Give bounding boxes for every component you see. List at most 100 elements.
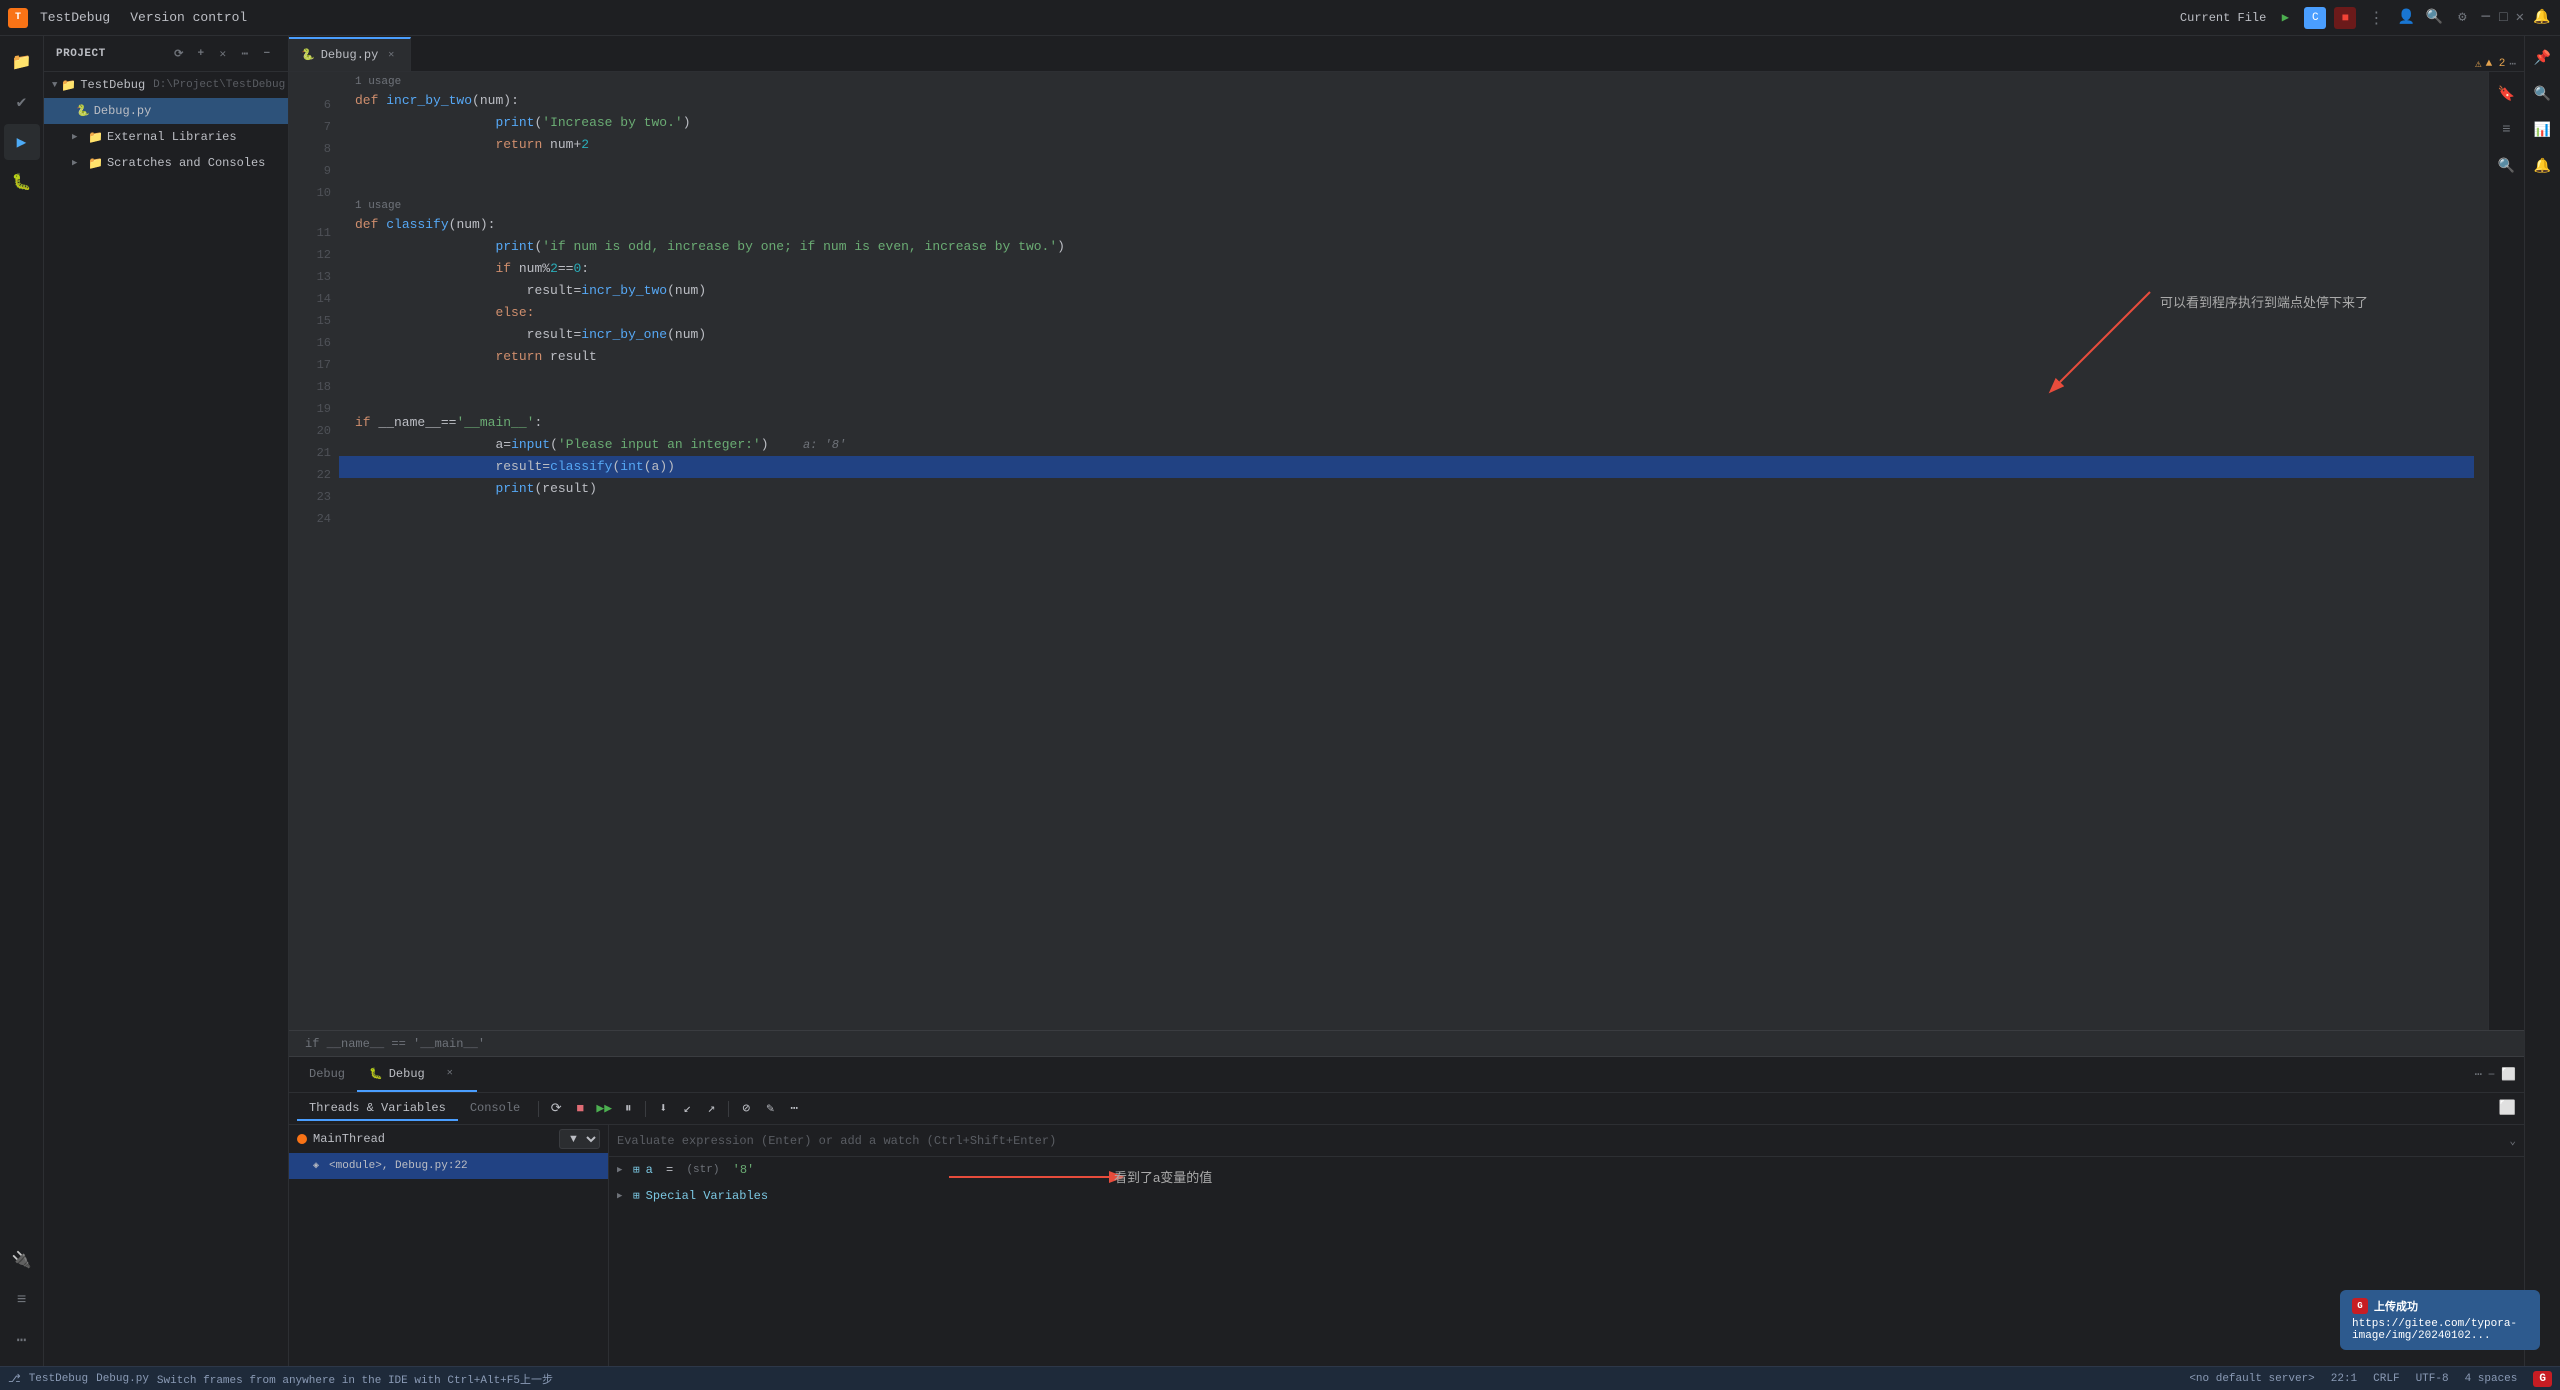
more-sidebar-button[interactable]: ⋯ [236, 45, 254, 63]
gitee-notification: G 上传成功 https://gitee.com/typora-image/im… [2340, 1290, 2540, 1350]
line-ending[interactable]: CRLF [2373, 1373, 2399, 1385]
activity-icon-plugins[interactable]: 🔌 [4, 1242, 40, 1278]
current-file-label[interactable]: Current File [2180, 11, 2266, 25]
panel-tab-debug-2[interactable]: 🐛 Debug ✕ [357, 1057, 477, 1092]
step-over-button[interactable]: ⬇ [652, 1098, 674, 1120]
usage-hint-line-2: 1 usage [339, 200, 2474, 212]
top-bar-right: Current File ▶ C ■ ⋮ 👤 🔍 ⚙ − □ ✕ 🔔 [2180, 7, 2552, 29]
more-debug-button[interactable]: ⋯ [783, 1098, 805, 1120]
panel-expand-icon[interactable]: ⬜ [2501, 1067, 2516, 1082]
sync-button[interactable]: ⟳ [170, 45, 188, 63]
right-icon-3[interactable]: 📊 [2529, 116, 2557, 144]
activity-icon-more[interactable]: ⋯ [4, 1322, 40, 1358]
step-out-button[interactable]: ↗ [700, 1098, 722, 1120]
right-icon-1[interactable]: 📌 [2529, 44, 2557, 72]
panel-tab-debug-1[interactable]: Debug [297, 1057, 357, 1092]
sidebar-item-debugpy[interactable]: 🐍 Debug.py [44, 98, 288, 124]
sidebar-item-scratches-label: Scratches and Consoles [107, 156, 265, 170]
sidebar-item-external-libraries[interactable]: ▶ 📁 External Libraries [44, 124, 288, 150]
stop-debug-button[interactable]: ■ [569, 1098, 591, 1120]
version-control-menu[interactable]: Version control [122, 6, 255, 29]
sidebar-item-filename: Debug.py [94, 104, 152, 118]
tab-file-icon: 🐍 [301, 48, 315, 62]
debug-subtabs: Threads & Variables Console [297, 1097, 532, 1121]
sidebar-item-scratches[interactable]: ▶ 📁 Scratches and Consoles [44, 150, 288, 176]
server-status[interactable]: <no default server> [2189, 1373, 2314, 1385]
var-item-special[interactable]: ▶ ⊞ Special Variables [609, 1183, 2524, 1209]
indent-setting[interactable]: 4 spaces [2465, 1373, 2518, 1385]
chevron-right-icon2: ▶ [72, 158, 84, 168]
activity-icon-run[interactable]: ▶ [4, 124, 40, 160]
debug-status[interactable]: Debug.py [96, 1373, 149, 1385]
main-thread-item[interactable]: MainThread ▼ [289, 1125, 608, 1153]
right-icon-4[interactable]: 🔔 [2529, 152, 2557, 180]
run-to-cursor-button[interactable]: ⊘ [735, 1098, 757, 1120]
right-icon-2[interactable]: 🔍 [2529, 80, 2557, 108]
vcs-icon[interactable]: ⎇ [8, 1372, 21, 1386]
activity-icon-debug[interactable]: 🐛 [4, 164, 40, 200]
maximize-button[interactable]: □ [2499, 10, 2507, 26]
user-icon[interactable]: 👤 [2396, 8, 2416, 28]
editor-tab-debugpy[interactable]: 🐍 Debug.py ✕ [289, 37, 411, 71]
step-into-button[interactable]: ↙ [676, 1098, 698, 1120]
gitee-status-icon[interactable]: G [2533, 1371, 2552, 1387]
var-value-a: '8' [725, 1163, 754, 1177]
evaluate-button[interactable]: ✎ [759, 1098, 781, 1120]
inspect-icon[interactable]: 🔍 [2493, 152, 2521, 180]
tab-bar-right: ⚠ ▲ 2 ⋯ [2475, 57, 2524, 71]
encoding[interactable]: UTF-8 [2416, 1373, 2449, 1385]
bookmark-icon[interactable]: 🔖 [2493, 80, 2521, 108]
var-item-a[interactable]: ▶ ⊞ a = (str) '8' [609, 1157, 2524, 1183]
stack-frame-item[interactable]: ◈ <module>, Debug.py:22 [289, 1153, 608, 1179]
close-sidebar-button[interactable]: ✕ [214, 45, 232, 63]
app-name[interactable]: TestDebug [32, 6, 118, 29]
panel-minimize-icon[interactable]: − [2488, 1068, 2495, 1082]
toolbar-icons: 👤 🔍 ⚙ − □ ✕ [2396, 8, 2524, 28]
sidebar-item-testdebug[interactable]: ▼ 📁 TestDebug D:\Project\TestDebug [44, 72, 288, 98]
sidebar-root-path: D:\Project\TestDebug [153, 79, 285, 91]
activity-icon-folder[interactable]: 📁 [4, 44, 40, 80]
thread-select[interactable]: ▼ [559, 1129, 600, 1149]
more-options[interactable]: ⋮ [2364, 8, 2388, 28]
python-file-icon: 🐍 [76, 104, 90, 118]
project-status[interactable]: TestDebug [29, 1373, 88, 1385]
evaluate-bar[interactable]: Evaluate expression (Enter) or add a wat… [609, 1125, 2524, 1157]
activity-icon-structure[interactable]: ≡ [4, 1282, 40, 1318]
code-content[interactable]: 1 usage def incr_by_two(num): print('Inc… [339, 72, 2474, 1030]
code-line-8: return num + 2 [339, 134, 2474, 156]
coverage-button[interactable]: C [2304, 7, 2326, 29]
editor-scrollbar[interactable] [2474, 72, 2488, 1030]
settings-icon[interactable]: ⚙ [2452, 8, 2472, 28]
code-line-22: result = classify(int(a)) [339, 456, 2474, 478]
notifications-icon[interactable]: 🔔 [2532, 8, 2552, 28]
tab-bar-more[interactable]: ⋯ [2509, 57, 2516, 71]
restore-debug-panel[interactable]: ⬜ [2499, 1100, 2516, 1117]
code-line-6: def incr_by_two(num): [339, 90, 2474, 112]
pause-button[interactable]: ⏸ [617, 1098, 639, 1120]
code-editor[interactable]: 6 7 8 9 10 11 12 13 14 15 16 17 18 [289, 72, 2488, 1030]
resume-button[interactable]: ▶▶ [593, 1098, 615, 1120]
rerun-button[interactable]: ⟳ [545, 1098, 567, 1120]
editor-area: 🐍 Debug.py ✕ ⚠ ▲ 2 ⋯ 6 7 8 9 [289, 36, 2524, 1366]
structure-icon[interactable]: ≡ [2493, 116, 2521, 144]
minimize-sidebar-button[interactable]: − [258, 45, 276, 63]
run-button[interactable]: ▶ [2274, 7, 2296, 29]
bottom-status-text: Switch frames from anywhere in the IDE w… [157, 1371, 553, 1387]
debug-tab-close[interactable]: ✕ [435, 1056, 465, 1091]
search-icon[interactable]: 🔍 [2424, 8, 2444, 28]
debug-subtab-threads[interactable]: Threads & Variables [297, 1097, 458, 1121]
minimize-button[interactable]: − [2480, 8, 2491, 28]
code-line-17: return result [339, 346, 2474, 368]
activity-icon-commit[interactable]: ✔ [4, 84, 40, 120]
var-chevron-icon: ▶ [617, 1165, 627, 1175]
tab-close-button[interactable]: ✕ [384, 48, 398, 62]
cursor-position[interactable]: 22:1 [2331, 1373, 2357, 1385]
add-button[interactable]: + [192, 45, 210, 63]
stop-button[interactable]: ■ [2334, 7, 2356, 29]
status-bar: ⎇ TestDebug Debug.py Switch frames from … [0, 1366, 2560, 1390]
close-button[interactable]: ✕ [2516, 9, 2524, 26]
thread-status-dot [297, 1134, 307, 1144]
panel-more-icon[interactable]: ⋯ [2475, 1067, 2482, 1082]
debug-subtab-console[interactable]: Console [458, 1097, 532, 1121]
expand-evaluate-icon[interactable]: ⌄ [2509, 1134, 2516, 1148]
